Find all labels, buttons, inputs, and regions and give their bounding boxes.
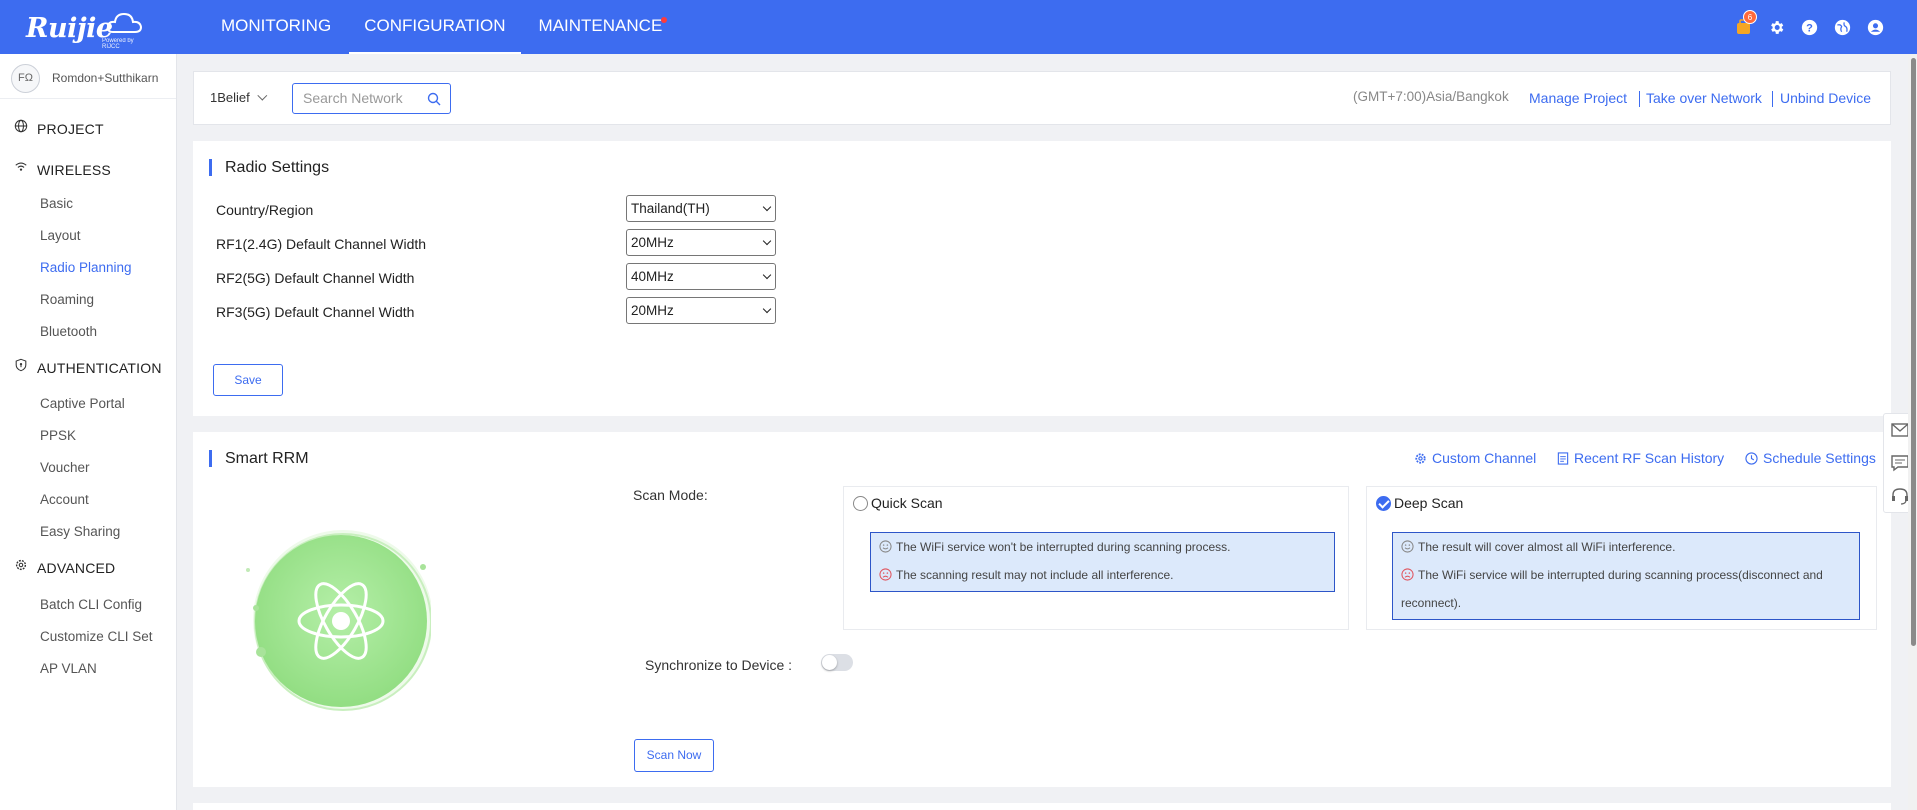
search-input[interactable] <box>303 90 418 106</box>
chevron-down-icon <box>762 236 772 246</box>
sidebar-section-authentication[interactable]: AUTHENTICATION <box>0 355 176 381</box>
sidebar-item-radio-planning[interactable]: Radio Planning <box>40 260 132 275</box>
user-name: Romdon+Sutthikarn <box>52 71 159 85</box>
search-icon[interactable] <box>427 92 441 106</box>
gear-icon <box>1415 453 1426 464</box>
sidebar-item-customize-cli-set[interactable]: Customize CLI Set <box>40 629 153 644</box>
quick-scan-info: The WiFi service won't be interrupted du… <box>870 532 1335 592</box>
rf1-channel-width-label: RF1(2.4G) Default Channel Width <box>216 236 427 252</box>
shield-icon <box>15 358 27 372</box>
sync-to-device-toggle[interactable] <box>821 654 853 671</box>
deep-scan-option: Deep Scan The result will cover almost a… <box>1366 486 1877 630</box>
nav-configuration[interactable]: CONFIGURATION <box>349 0 521 54</box>
radio-button <box>853 496 868 511</box>
rf3-channel-width-label: RF3(5G) Default Channel Width <box>216 304 415 320</box>
sidebar: FΩ Romdon+Sutthikarn PROJECT WIRELESS Ba… <box>0 54 177 810</box>
scan-mode-label: Scan Mode: <box>633 487 708 503</box>
globe-icon <box>14 119 28 133</box>
manage-project-link[interactable]: Manage Project <box>1529 90 1627 106</box>
mail-icon[interactable] <box>1890 420 1910 440</box>
sidebar-item-roaming[interactable]: Roaming <box>40 292 94 307</box>
ruijie-logo[interactable]: Ruijie Powered by RIJCC <box>26 8 151 50</box>
notification-badge: 6 <box>1743 10 1757 24</box>
alert-dot <box>661 17 668 23</box>
chevron-down-icon <box>257 90 268 101</box>
document-icon <box>1557 452 1569 465</box>
smart-rrm-panel: Smart RRM Custom Channel Recent RF Scan … <box>193 432 1891 787</box>
rf3-channel-width-select[interactable]: 20MHz <box>626 297 776 324</box>
checked-icon <box>1376 496 1391 511</box>
user-icon[interactable] <box>1865 17 1885 37</box>
quick-scan-option: Quick Scan The WiFi service won't be int… <box>843 486 1349 630</box>
chevron-down-icon <box>762 270 772 280</box>
sidebar-item-basic[interactable]: Basic <box>40 196 73 211</box>
take-over-network-link[interactable]: Take over Network <box>1646 90 1762 106</box>
help-icon[interactable]: ? <box>1799 17 1819 37</box>
deep-scan-info: The result will cover almost all WiFi in… <box>1392 532 1860 620</box>
sidebar-section-wireless[interactable]: WIRELESS <box>0 157 176 183</box>
sad-icon <box>879 568 892 581</box>
sync-to-device-label: Synchronize to Device : <box>645 657 793 673</box>
avatar: FΩ <box>11 64 40 93</box>
headset-icon[interactable] <box>1890 486 1910 506</box>
radio-settings-title: Radio Settings <box>209 159 329 176</box>
sidebar-item-ppsk[interactable]: PPSK <box>40 428 76 443</box>
main-nav: MONITORING CONFIGURATION MAINTENANCE <box>206 0 680 54</box>
next-panel <box>193 803 1891 810</box>
sidebar-section-project[interactable]: PROJECT <box>0 116 176 142</box>
scrollbar-thumb[interactable] <box>1911 58 1916 646</box>
user-profile[interactable]: FΩ Romdon+Sutthikarn <box>0 54 176 99</box>
search-box <box>292 83 451 114</box>
network-selector[interactable]: 1Belief <box>210 90 268 105</box>
sidebar-item-ap-vlan[interactable]: AP VLAN <box>40 661 97 676</box>
divider <box>1772 91 1773 107</box>
rrm-illustration <box>246 530 431 711</box>
rf2-channel-width-select[interactable]: 40MHz <box>626 263 776 290</box>
quick-scan-radio[interactable]: Quick Scan <box>853 495 943 511</box>
smile-icon <box>879 540 892 553</box>
timezone-label: (GMT+7:00)Asia/Bangkok <box>1353 89 1509 104</box>
smart-rrm-title: Smart RRM <box>209 450 309 467</box>
nav-maintenance[interactable]: MAINTENANCE <box>524 0 678 54</box>
top-bar: Ruijie Powered by RIJCC MONITORING CONFI… <box>0 0 1917 54</box>
sidebar-item-batch-cli-config[interactable]: Batch CLI Config <box>40 597 142 612</box>
clock-icon <box>1745 452 1758 465</box>
rf1-channel-width-select[interactable]: 20MHz <box>626 229 776 256</box>
radio-settings-panel: Radio Settings Country/Region Thailand(T… <box>193 141 1891 416</box>
save-button[interactable]: Save <box>213 364 283 396</box>
schedule-settings-link[interactable]: Schedule Settings <box>1745 450 1876 466</box>
nav-monitoring[interactable]: MONITORING <box>206 0 346 54</box>
sidebar-item-layout[interactable]: Layout <box>40 228 81 243</box>
unbind-device-link[interactable]: Unbind Device <box>1780 90 1871 106</box>
top-icons: 6 ? <box>1733 10 1885 37</box>
deep-scan-radio[interactable]: Deep Scan <box>1376 495 1463 511</box>
recent-rf-scan-history-link[interactable]: Recent RF Scan History <box>1557 450 1724 466</box>
country-region-select[interactable]: Thailand(TH) <box>626 195 776 222</box>
feedback-icon[interactable] <box>1890 453 1910 473</box>
language-icon[interactable] <box>1832 17 1852 37</box>
custom-channel-link[interactable]: Custom Channel <box>1414 450 1536 466</box>
notification-icon[interactable]: 6 <box>1733 10 1757 37</box>
chevron-down-icon <box>762 304 772 314</box>
sidebar-item-account[interactable]: Account <box>40 492 89 507</box>
sidebar-item-captive-portal[interactable]: Captive Portal <box>40 396 125 411</box>
country-region-label: Country/Region <box>216 202 314 218</box>
chevron-down-icon <box>762 202 772 212</box>
gear-icon <box>15 559 27 571</box>
sad-icon <box>1401 568 1414 581</box>
wifi-icon <box>15 162 27 171</box>
sidebar-item-bluetooth[interactable]: Bluetooth <box>40 324 97 339</box>
scan-now-button[interactable]: Scan Now <box>634 739 714 772</box>
svg-text:?: ? <box>1806 22 1813 34</box>
sidebar-item-easy-sharing[interactable]: Easy Sharing <box>40 524 120 539</box>
rf2-channel-width-label: RF2(5G) Default Channel Width <box>216 270 415 286</box>
gear-icon[interactable] <box>1766 17 1786 37</box>
smile-icon <box>1401 540 1414 553</box>
divider <box>1639 91 1640 107</box>
cloud-logo-icon <box>106 12 143 33</box>
sidebar-section-advanced[interactable]: ADVANCED <box>0 555 176 581</box>
network-filter-bar: 1Belief (GMT+7:00)Asia/Bangkok Manage Pr… <box>193 71 1891 125</box>
sidebar-item-voucher[interactable]: Voucher <box>40 460 90 475</box>
